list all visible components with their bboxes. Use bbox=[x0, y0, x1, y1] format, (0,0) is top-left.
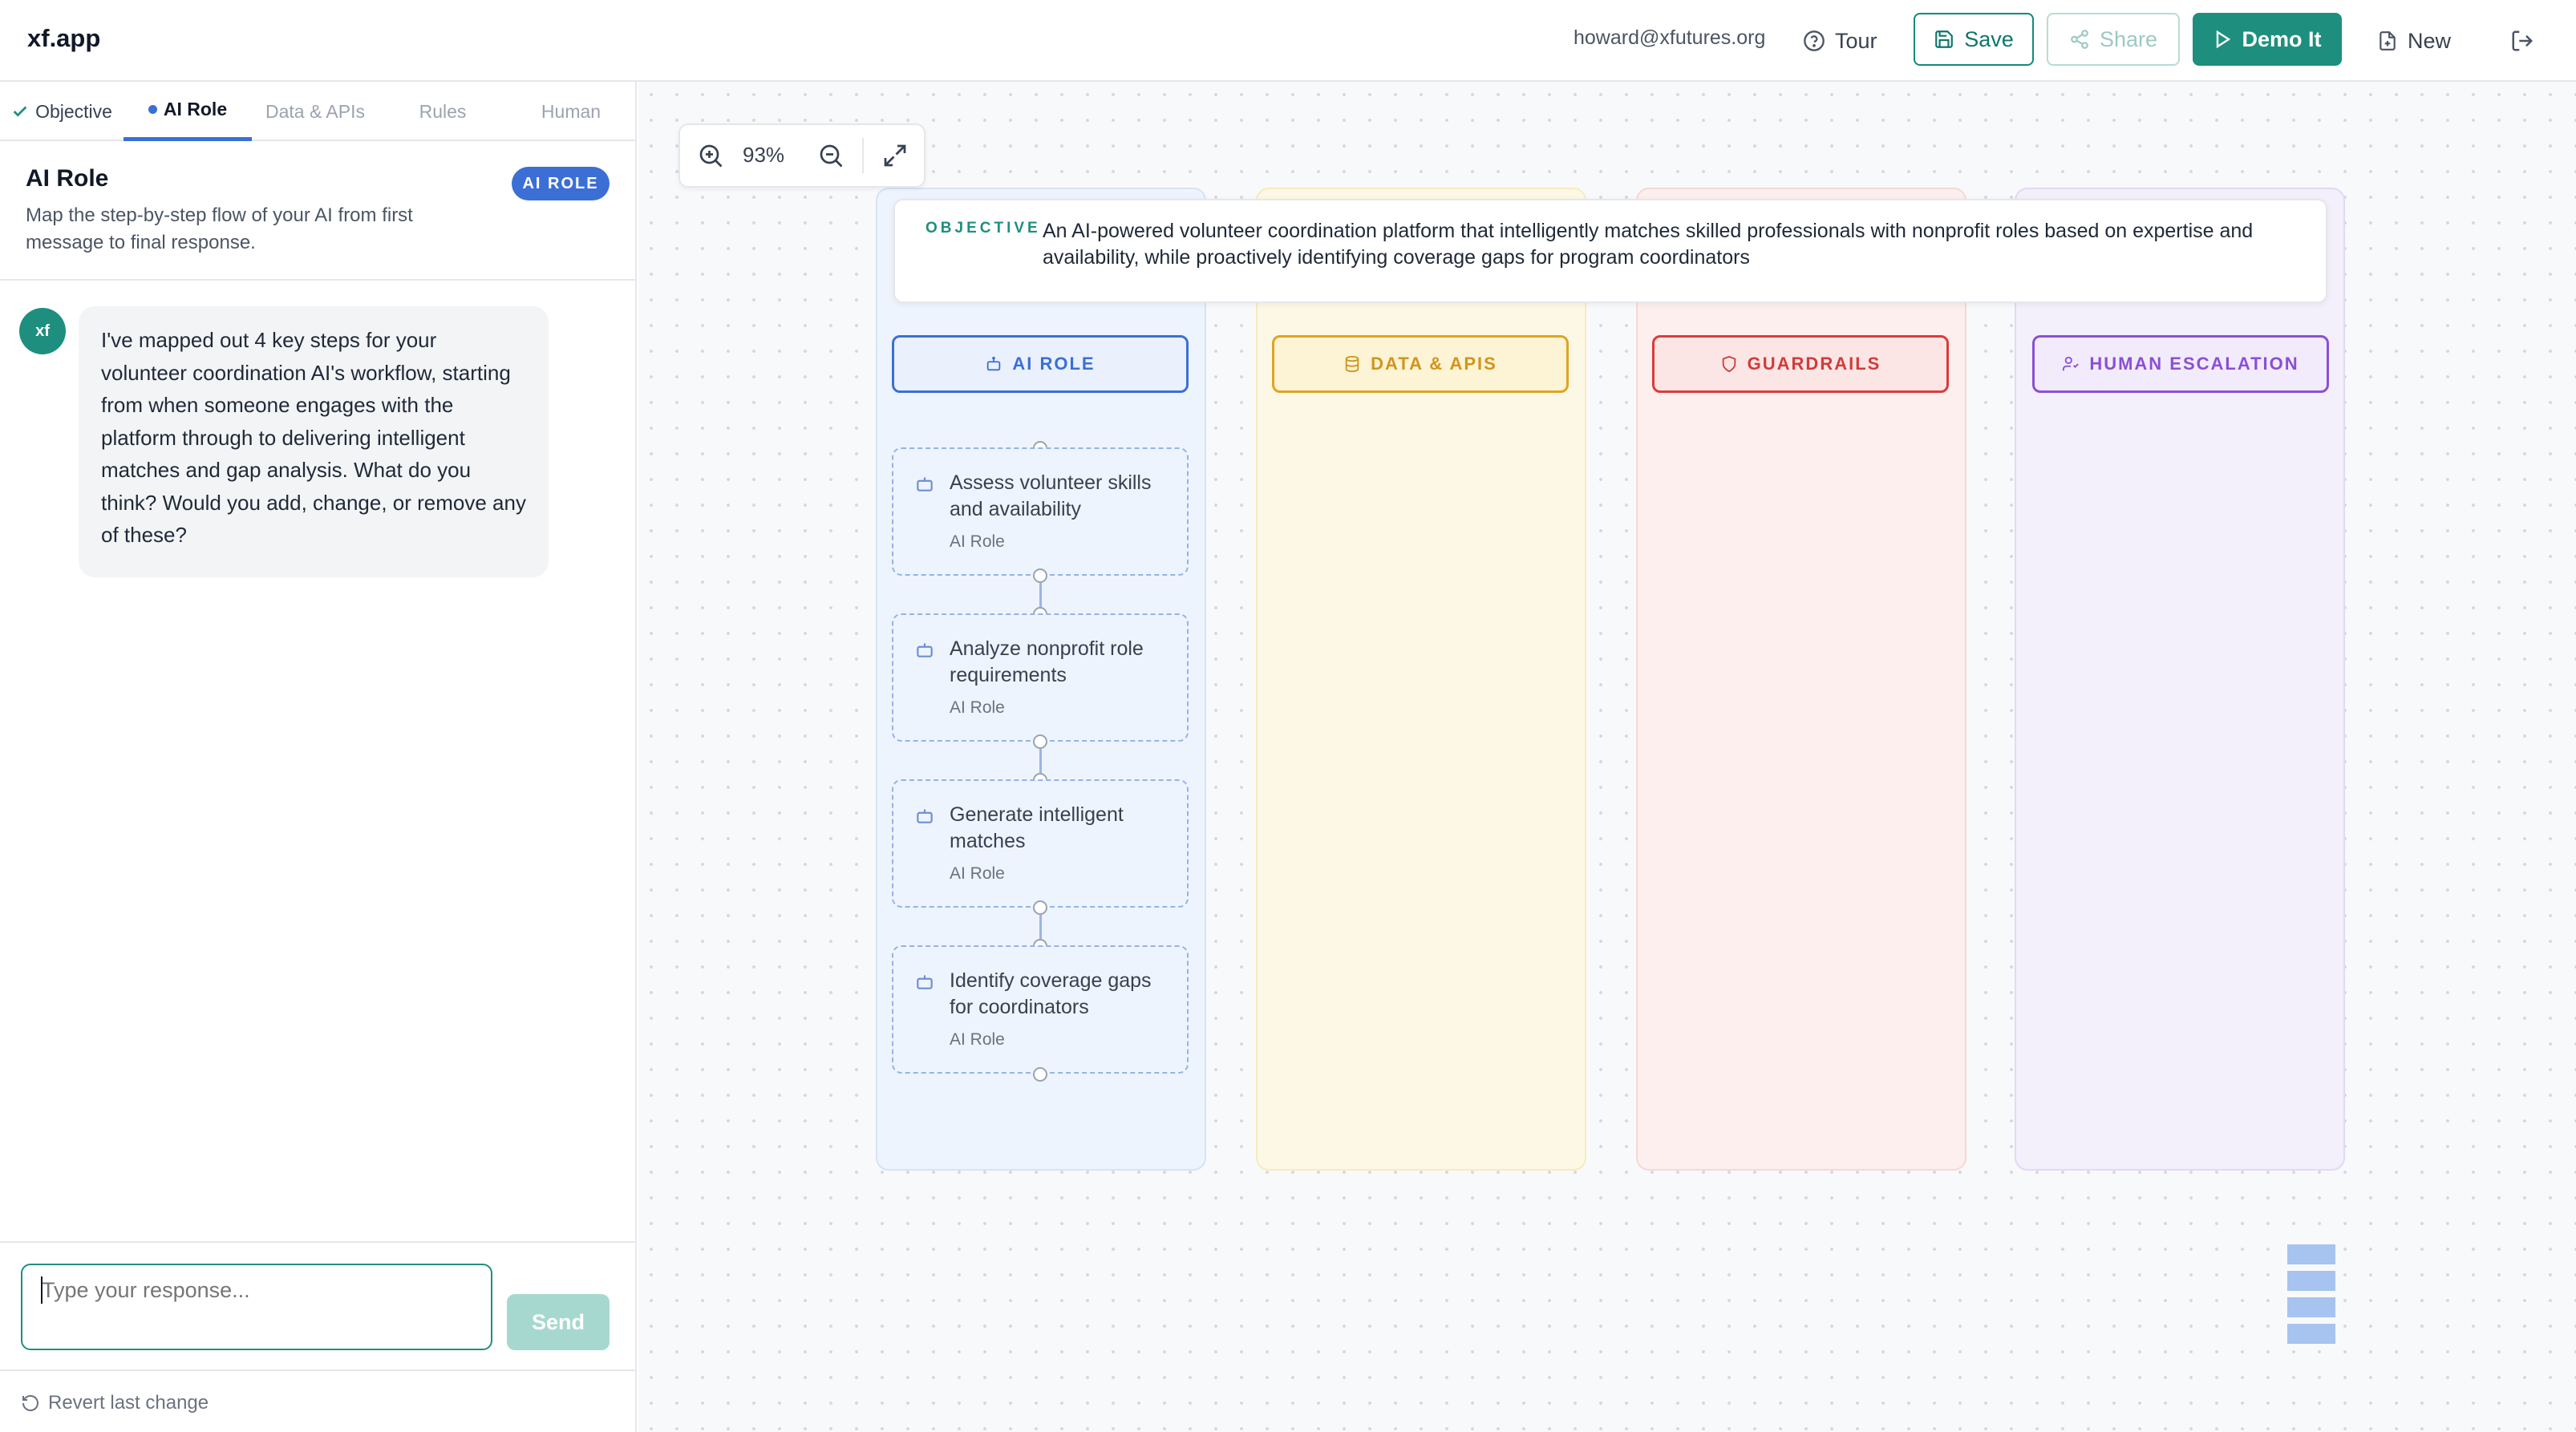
divider bbox=[862, 138, 864, 173]
connection-handle[interactable] bbox=[1033, 734, 1047, 749]
logout-button[interactable] bbox=[2507, 26, 2538, 56]
share-button[interactable]: Share bbox=[2047, 13, 2180, 66]
step-card[interactable]: Analyze nonprofit role requirements AI R… bbox=[892, 613, 1189, 742]
left-panel bbox=[0, 82, 637, 1432]
section-title: AI Role bbox=[26, 165, 109, 192]
tab-data-apis[interactable]: Data & APIs bbox=[252, 82, 379, 141]
minimap-node bbox=[2287, 1297, 2335, 1317]
step-type: AI Role bbox=[950, 864, 1005, 883]
divider bbox=[0, 1241, 637, 1243]
robot-icon bbox=[987, 356, 1001, 371]
demo-button[interactable]: Demo It bbox=[2193, 13, 2342, 66]
tour-button[interactable]: Tour bbox=[1803, 18, 1877, 64]
connection-handle[interactable] bbox=[1033, 900, 1047, 915]
column-header-human-escalation[interactable]: HUMAN ESCALATION bbox=[2032, 335, 2329, 393]
step-card[interactable]: Assess volunteer skills and availability… bbox=[892, 447, 1189, 576]
robot-icon bbox=[917, 643, 933, 657]
robot-icon bbox=[917, 809, 933, 823]
step-connector bbox=[1039, 583, 1042, 607]
section-description: Map the step-by-step flow of your AI fro… bbox=[26, 204, 413, 253]
help-circle-icon bbox=[1804, 30, 1825, 51]
step-type: AI Role bbox=[950, 698, 1005, 717]
maximize-icon bbox=[884, 144, 906, 167]
minimap-node bbox=[2287, 1324, 2335, 1344]
objective-label: OBJECTIVE bbox=[925, 220, 1041, 237]
objective-text: An AI-powered volunteer coordination pla… bbox=[1043, 220, 2254, 269]
app-logo[interactable]: xf.app bbox=[27, 24, 100, 53]
database-icon bbox=[1345, 355, 1359, 373]
step-title: Assess volunteer skills and availability bbox=[950, 471, 1152, 520]
save-button[interactable]: Save bbox=[1914, 13, 2034, 66]
new-label: New bbox=[2408, 28, 2452, 53]
tab-data-apis-label: Data & APIs bbox=[265, 100, 365, 122]
tab-objective[interactable]: Objective bbox=[0, 82, 124, 141]
tab-rules-label: Rules bbox=[419, 100, 467, 122]
logout-icon bbox=[2512, 30, 2533, 51]
connection-handle[interactable] bbox=[1033, 1067, 1047, 1082]
step-card[interactable]: Identify coverage gaps for coordinators … bbox=[892, 945, 1189, 1074]
fit-view-button[interactable] bbox=[881, 141, 909, 170]
play-icon bbox=[2217, 30, 2231, 49]
column-header-ai-role[interactable]: AI ROLE bbox=[892, 335, 1189, 393]
shield-icon bbox=[1722, 355, 1736, 373]
share-icon bbox=[2071, 30, 2088, 49]
divider bbox=[0, 1369, 637, 1371]
user-email: howard@xfutures.org bbox=[1574, 26, 1766, 49]
step-title: Analyze nonprofit role requirements bbox=[950, 637, 1144, 686]
file-plus-icon bbox=[2380, 31, 2396, 51]
revert-button[interactable]: Revert last change bbox=[21, 1392, 209, 1414]
tab-rules[interactable]: Rules bbox=[379, 82, 507, 141]
demo-label: Demo It bbox=[2242, 26, 2322, 51]
share-label: Share bbox=[2099, 26, 2158, 51]
divider bbox=[0, 279, 637, 281]
user-check-icon bbox=[2063, 356, 2080, 371]
step-type: AI Role bbox=[950, 1030, 1005, 1049]
step-card[interactable]: Generate intelligent matches AI Role bbox=[892, 779, 1189, 908]
robot-icon bbox=[917, 975, 933, 989]
assistant-avatar: xf bbox=[19, 308, 66, 354]
section-badge: AI ROLE bbox=[512, 167, 610, 200]
response-input[interactable] bbox=[21, 1264, 492, 1350]
zoom-in-button[interactable] bbox=[696, 141, 725, 170]
revert-label: Revert last change bbox=[48, 1392, 209, 1414]
tab-ai-role-label: AI Role bbox=[163, 99, 228, 119]
tab-objective-label: Objective bbox=[35, 100, 112, 122]
column-header-label: GUARDRAILS bbox=[1747, 354, 1881, 374]
minimap-node bbox=[2287, 1244, 2335, 1264]
step-tabs: Objective AI Role Data & APIs Rules Huma… bbox=[0, 82, 637, 141]
zoom-level: 93% bbox=[743, 143, 785, 167]
rotate-ccw-icon bbox=[22, 1395, 38, 1411]
step-title: Generate intelligent matches bbox=[950, 803, 1124, 852]
step-connector bbox=[1039, 915, 1042, 939]
tab-human[interactable]: Human bbox=[507, 82, 635, 141]
tab-human-label: Human bbox=[541, 100, 601, 122]
zoom-in-icon bbox=[699, 144, 723, 168]
step-connector bbox=[1039, 749, 1042, 773]
column-header-label: AI ROLE bbox=[1012, 354, 1096, 374]
tab-ai-role[interactable]: AI Role bbox=[124, 82, 252, 141]
save-icon bbox=[1935, 30, 1954, 48]
tour-label: Tour bbox=[1835, 28, 1877, 53]
column-header-label: DATA & APIS bbox=[1371, 354, 1497, 374]
active-dot-icon bbox=[148, 105, 157, 114]
top-bar bbox=[0, 0, 2576, 82]
column-header-guardrails[interactable]: GUARDRAILS bbox=[1652, 335, 1949, 393]
step-title: Identify coverage gaps for coordinators bbox=[950, 969, 1152, 1018]
save-label: Save bbox=[1964, 26, 2014, 51]
column-header-data-apis[interactable]: DATA & APIS bbox=[1272, 335, 1569, 393]
connection-handle[interactable] bbox=[1033, 568, 1047, 583]
new-button[interactable]: New bbox=[2377, 18, 2451, 64]
minimap[interactable] bbox=[2287, 1244, 2335, 1344]
minimap-node bbox=[2287, 1271, 2335, 1291]
step-type: AI Role bbox=[950, 532, 1005, 551]
column-header-label: HUMAN ESCALATION bbox=[2089, 354, 2299, 374]
send-button[interactable]: Send bbox=[507, 1294, 610, 1350]
chat-message: I've mapped out 4 key steps for your vol… bbox=[79, 306, 549, 577]
check-icon bbox=[13, 106, 27, 117]
text-caret bbox=[41, 1276, 43, 1304]
robot-icon bbox=[917, 477, 933, 491]
zoom-out-button[interactable] bbox=[816, 141, 845, 170]
zoom-out-icon bbox=[820, 144, 843, 168]
